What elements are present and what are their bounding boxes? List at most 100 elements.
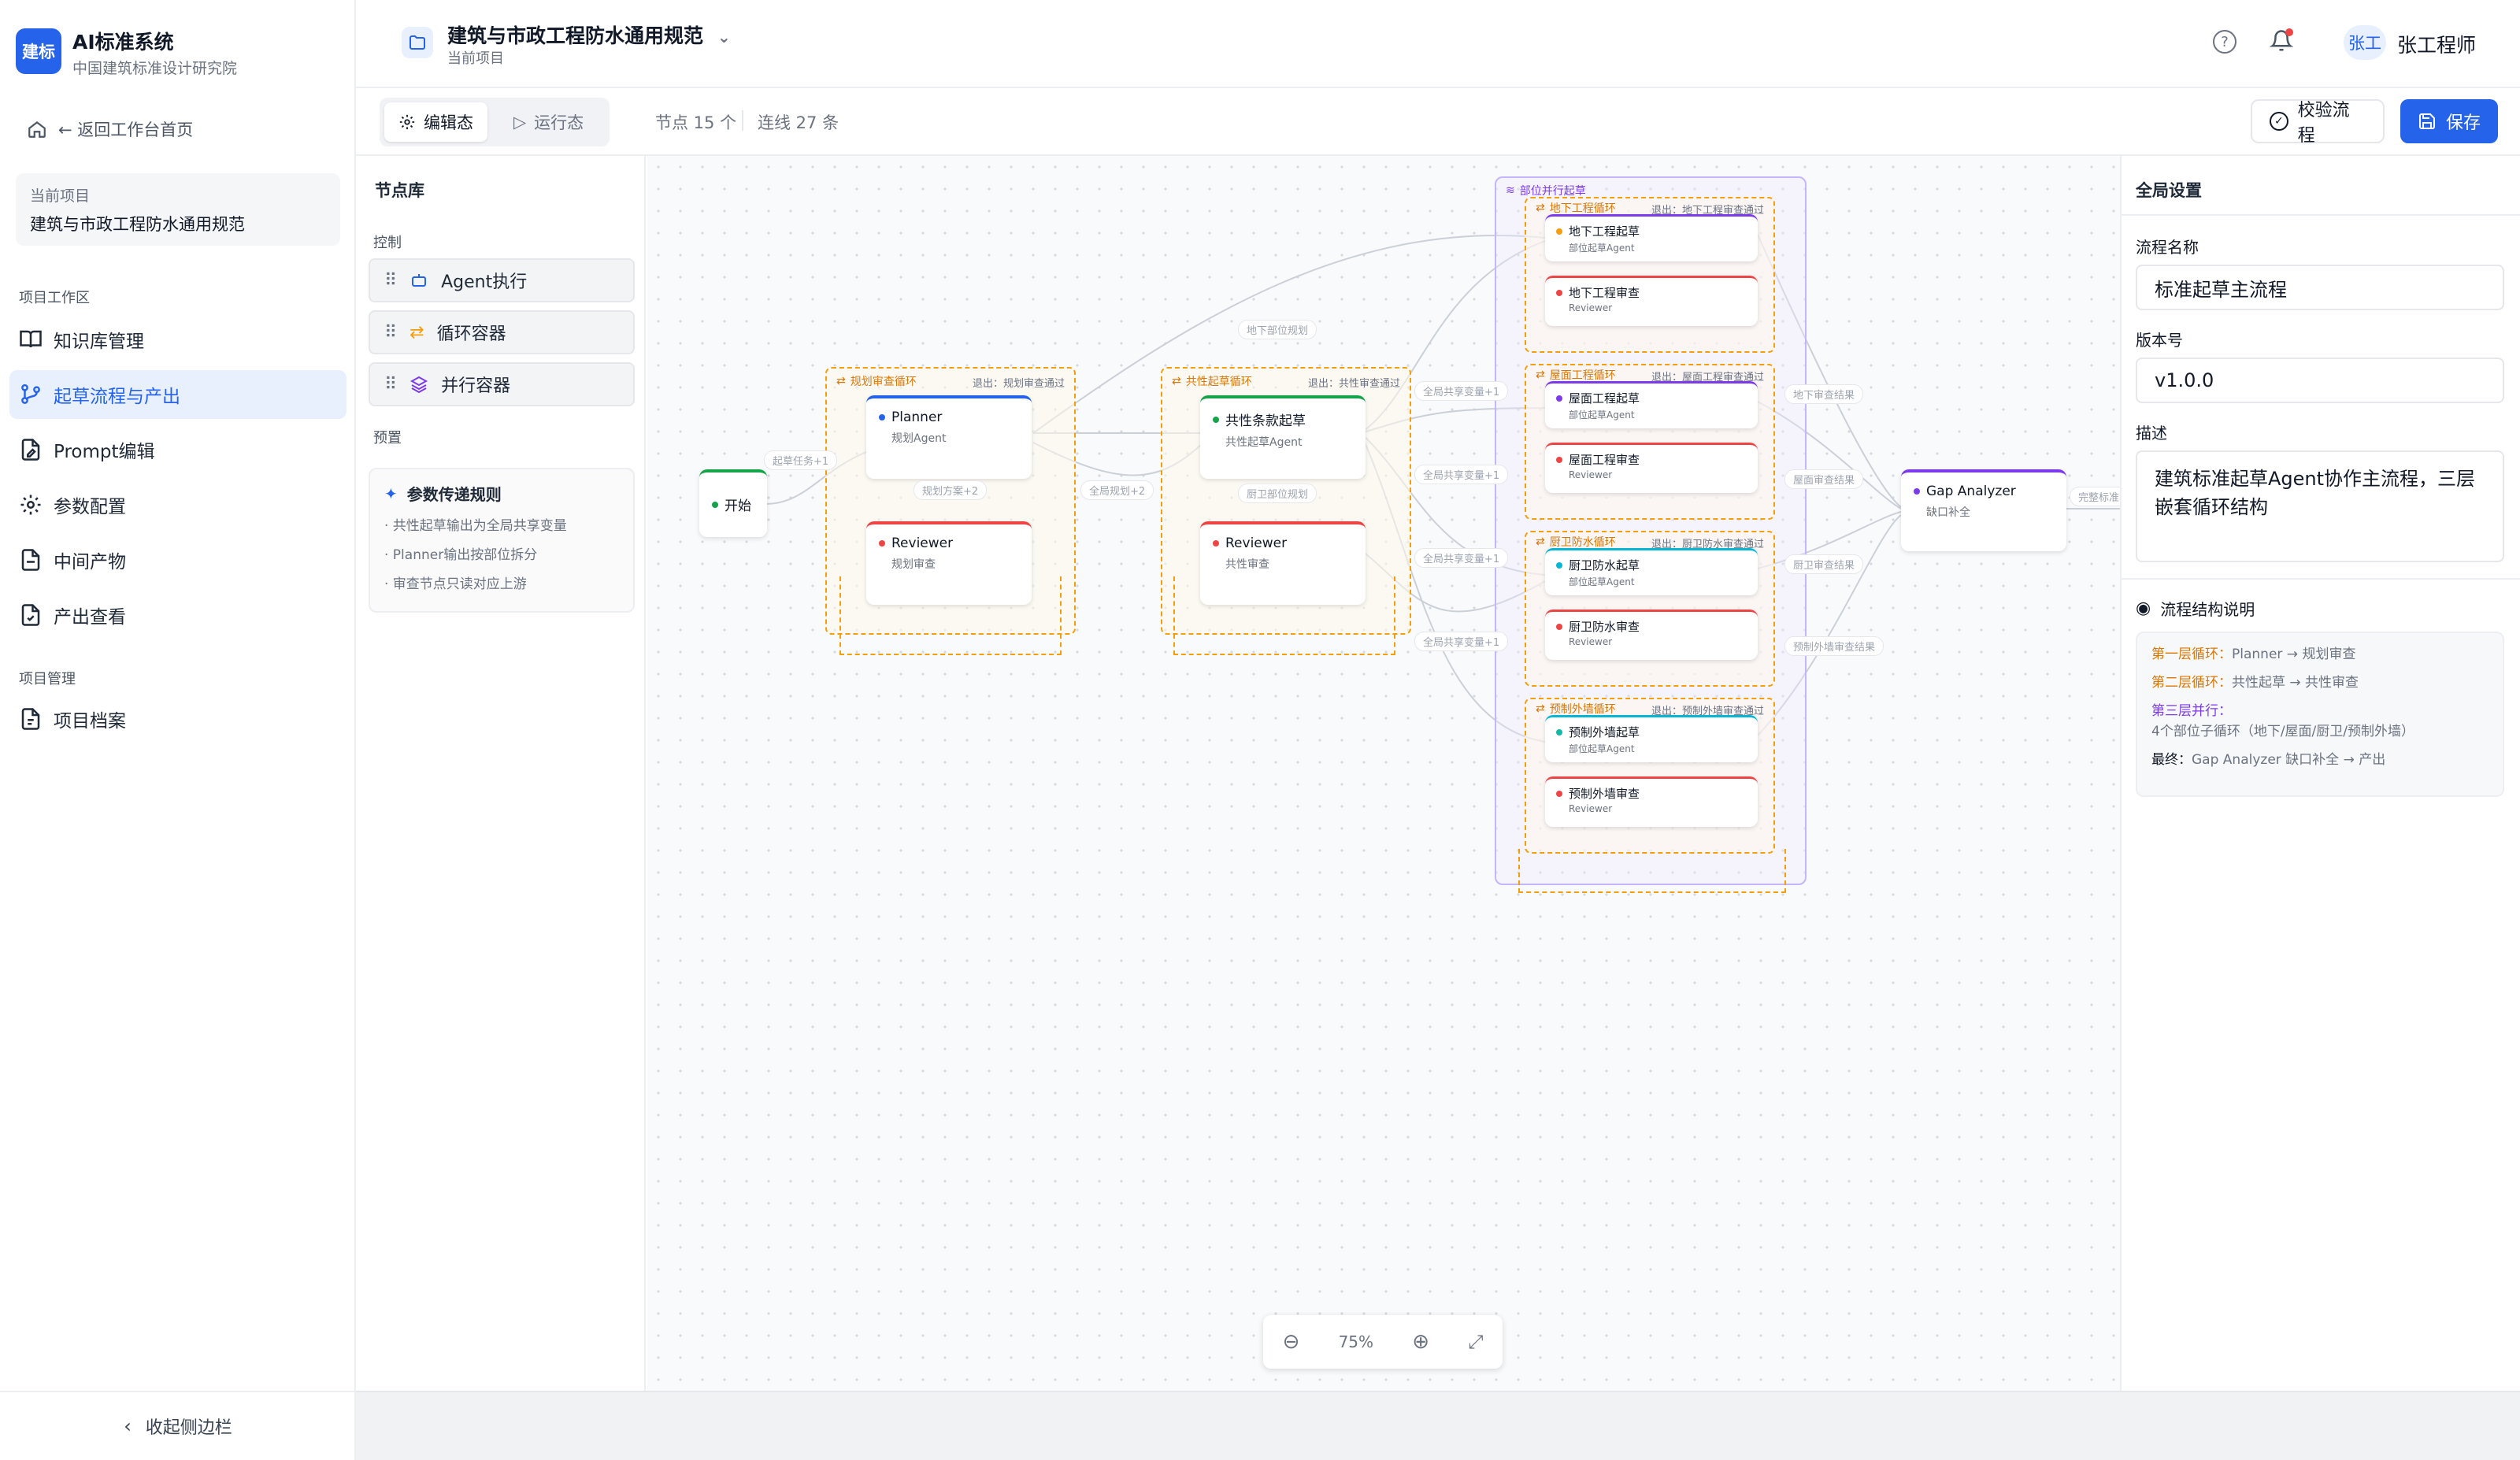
collapse-label: 收起侧边栏 <box>145 1418 232 1438</box>
system-name: AI标准系统 <box>72 31 174 54</box>
gap-analyzer-node[interactable]: Gap Analyzer 缺口补全 <box>1901 469 2066 551</box>
folder-icon <box>402 27 433 58</box>
drag-handle-icon[interactable]: ⠿ <box>384 375 397 395</box>
node-name: 预制外墙起草 <box>1569 725 1640 739</box>
planner-node[interactable]: Planner 规划Agent <box>866 395 1032 479</box>
sidebar-item-prompt[interactable]: Prompt编辑 <box>9 425 346 474</box>
node-name: Gap Analyzer <box>1926 484 2016 499</box>
repeat-icon: ⇄ <box>836 375 846 387</box>
rules-title: 参数传递规则 <box>406 485 502 504</box>
underground-draft-node[interactable]: 地下工程起草 部位起草Agent <box>1545 214 1758 261</box>
avatar[interactable]: 张工 <box>2344 25 2386 60</box>
edge-label: 全局规划+2 <box>1080 480 1154 500</box>
sidebar-item-knowledge[interactable]: 知识库管理 <box>9 315 346 364</box>
loop-title: ⇄ 预制外墙循环 <box>1536 701 1616 717</box>
flow-name-input[interactable]: 标准起草主流程 <box>2136 265 2504 310</box>
book-icon <box>20 330 42 348</box>
edge-label: 规划方案+2 <box>914 480 988 500</box>
node-name: Reviewer <box>891 535 954 551</box>
file-icon <box>21 549 40 571</box>
roof-draft-node[interactable]: 屋面工程起草 部位起草Agent <box>1545 381 1758 428</box>
flow-icon <box>21 384 40 404</box>
edge-label: 全局共享变量+1 <box>1414 381 1509 401</box>
facade-review-node[interactable]: 预制外墙审查 Reviewer <box>1545 776 1758 827</box>
loop-title-label: 规划审查循环 <box>850 376 917 388</box>
sidebar-item-flow[interactable]: 起草流程与产出 <box>9 370 346 419</box>
roof-review-node[interactable]: 屋面工程审查 Reviewer <box>1545 443 1758 493</box>
library-item-agent[interactable]: ⠿ Agent执行 <box>369 258 635 302</box>
edge-label: 全局共享变量+1 <box>1414 632 1509 651</box>
node-subtitle: 共性审查 <box>1225 558 1269 571</box>
gear-icon <box>20 495 41 515</box>
sidebar-item-intermediate[interactable]: 中间产物 <box>9 535 346 584</box>
kitchen-review-node[interactable]: 厨卫防水审查 Reviewer <box>1545 610 1758 660</box>
repeat-icon: ⇄ <box>1536 535 1545 548</box>
validate-button[interactable]: ✓ 校验流程 <box>2251 99 2385 146</box>
node-subtitle: 规划Agent <box>891 432 947 445</box>
help-icon[interactable]: ? <box>2213 30 2236 54</box>
version-input[interactable]: v1.0.0 <box>2136 358 2504 403</box>
kitchen-draft-node[interactable]: 厨卫防水起草 部位起草Agent <box>1545 548 1758 595</box>
start-node[interactable]: 开始 <box>699 469 767 537</box>
structure-value: 4个部位子循环（地下/屋面/厨卫/预制外墙） <box>2151 724 2414 739</box>
loop-exit-condition: 退出：规划审查通过 <box>972 378 1065 390</box>
zoom-out-icon[interactable]: ⊖ <box>1283 1330 1300 1354</box>
underground-review-node[interactable]: 地下工程审查 Reviewer <box>1545 276 1758 326</box>
loop-title-label: 地下工程循环 <box>1549 202 1616 215</box>
drag-handle-icon[interactable]: ⠿ <box>384 271 397 291</box>
fullscreen-icon[interactable]: ⤢ <box>1468 1331 1483 1353</box>
loop-back-edge <box>839 576 1062 655</box>
structure-key: 最终： <box>2151 752 2192 768</box>
facade-draft-node[interactable]: 预制外墙起草 部位起草Agent <box>1545 715 1758 762</box>
node-subtitle: Reviewer <box>1569 803 1613 814</box>
chevron-down-icon: ⌄ <box>717 28 731 46</box>
loop-back-edge <box>1518 849 1786 893</box>
back-to-workbench-link[interactable]: ← 返回工作台首页 <box>27 113 193 145</box>
node-name: Planner <box>891 409 943 425</box>
collapse-sidebar-button[interactable]: ‹ 收起侧边栏 <box>0 1391 356 1460</box>
divider <box>2120 578 2520 580</box>
loop-title-label: 共性起草循环 <box>1185 376 1252 388</box>
node-subtitle: 共性起草Agent <box>1225 436 1303 449</box>
library-item-label: 循环容器 <box>436 324 506 344</box>
loop-title-label: 预制外墙循环 <box>1549 703 1616 716</box>
user-name[interactable]: 张工程师 <box>2397 30 2476 58</box>
structure-row: 第三层并行： 4个部位子循环（地下/屋面/厨卫/预制外墙） <box>2151 701 2488 742</box>
library-item-parallel[interactable]: ⠿ 并行容器 <box>369 362 635 406</box>
edge-label: 厨卫部位规划 <box>1238 484 1317 503</box>
node-name: 共性条款起草 <box>1225 413 1306 429</box>
edge-label: 全局共享变量+1 <box>1414 548 1509 568</box>
edit-mode-tab[interactable]: 编辑态 <box>384 102 487 142</box>
settings-title: 全局设置 <box>2136 181 2202 200</box>
sidebar-item-output[interactable]: 产出查看 <box>9 591 346 639</box>
drag-handle-icon[interactable]: ⠿ <box>384 323 397 343</box>
bell-icon[interactable] <box>2269 28 2294 57</box>
parallel-title-label: 部位并行起草 <box>1519 185 1586 198</box>
app-logo: 建标 <box>16 28 61 74</box>
description-label: 描述 <box>2136 424 2167 443</box>
flow-canvas[interactable]: 开始 ⇄ 规划审查循环 退出：规划审查通过 Planner 规划Agent Rev… <box>647 156 2120 1391</box>
save-button[interactable]: 保存 <box>2400 99 2498 143</box>
structure-title-label: 流程结构说明 <box>2160 600 2255 619</box>
sidebar-item-archive[interactable]: 项目档案 <box>9 695 346 743</box>
node-name: 厨卫防水审查 <box>1569 620 1640 634</box>
run-mode-tab[interactable]: ▷ 运行态 <box>499 102 598 142</box>
start-label: 开始 <box>724 498 751 514</box>
sidebar-item-params[interactable]: 参数配置 <box>9 480 346 529</box>
section-workspace: 项目工作区 <box>19 290 90 306</box>
save-icon <box>2419 113 2435 129</box>
project-subtitle: 当前项目 <box>447 50 504 67</box>
node-subtitle: 缺口补全 <box>1926 506 1970 519</box>
repeat-icon: ⇄ <box>1536 702 1545 715</box>
rule-item: · 审查节点只读对应上游 <box>384 576 527 592</box>
library-item-loop[interactable]: ⠿ ⇄ 循环容器 <box>369 310 635 354</box>
edit-mode-label: 编辑态 <box>424 113 473 132</box>
project-switcher[interactable]: 建筑与市政工程防水通用规范 ⌄ <box>447 20 731 49</box>
zoom-in-icon[interactable]: ⊕ <box>1412 1330 1429 1354</box>
loop-title: ⇄ 地下工程循环 <box>1536 200 1616 216</box>
layers-icon <box>410 376 428 394</box>
library-item-label: Agent执行 <box>441 272 528 292</box>
layers-icon: ≋ <box>1506 184 1515 197</box>
description-textarea[interactable]: 建筑标准起草Agent协作主流程，三层嵌套循环结构 <box>2136 450 2504 562</box>
common-draft-node[interactable]: 共性条款起草 共性起草Agent <box>1200 395 1366 479</box>
